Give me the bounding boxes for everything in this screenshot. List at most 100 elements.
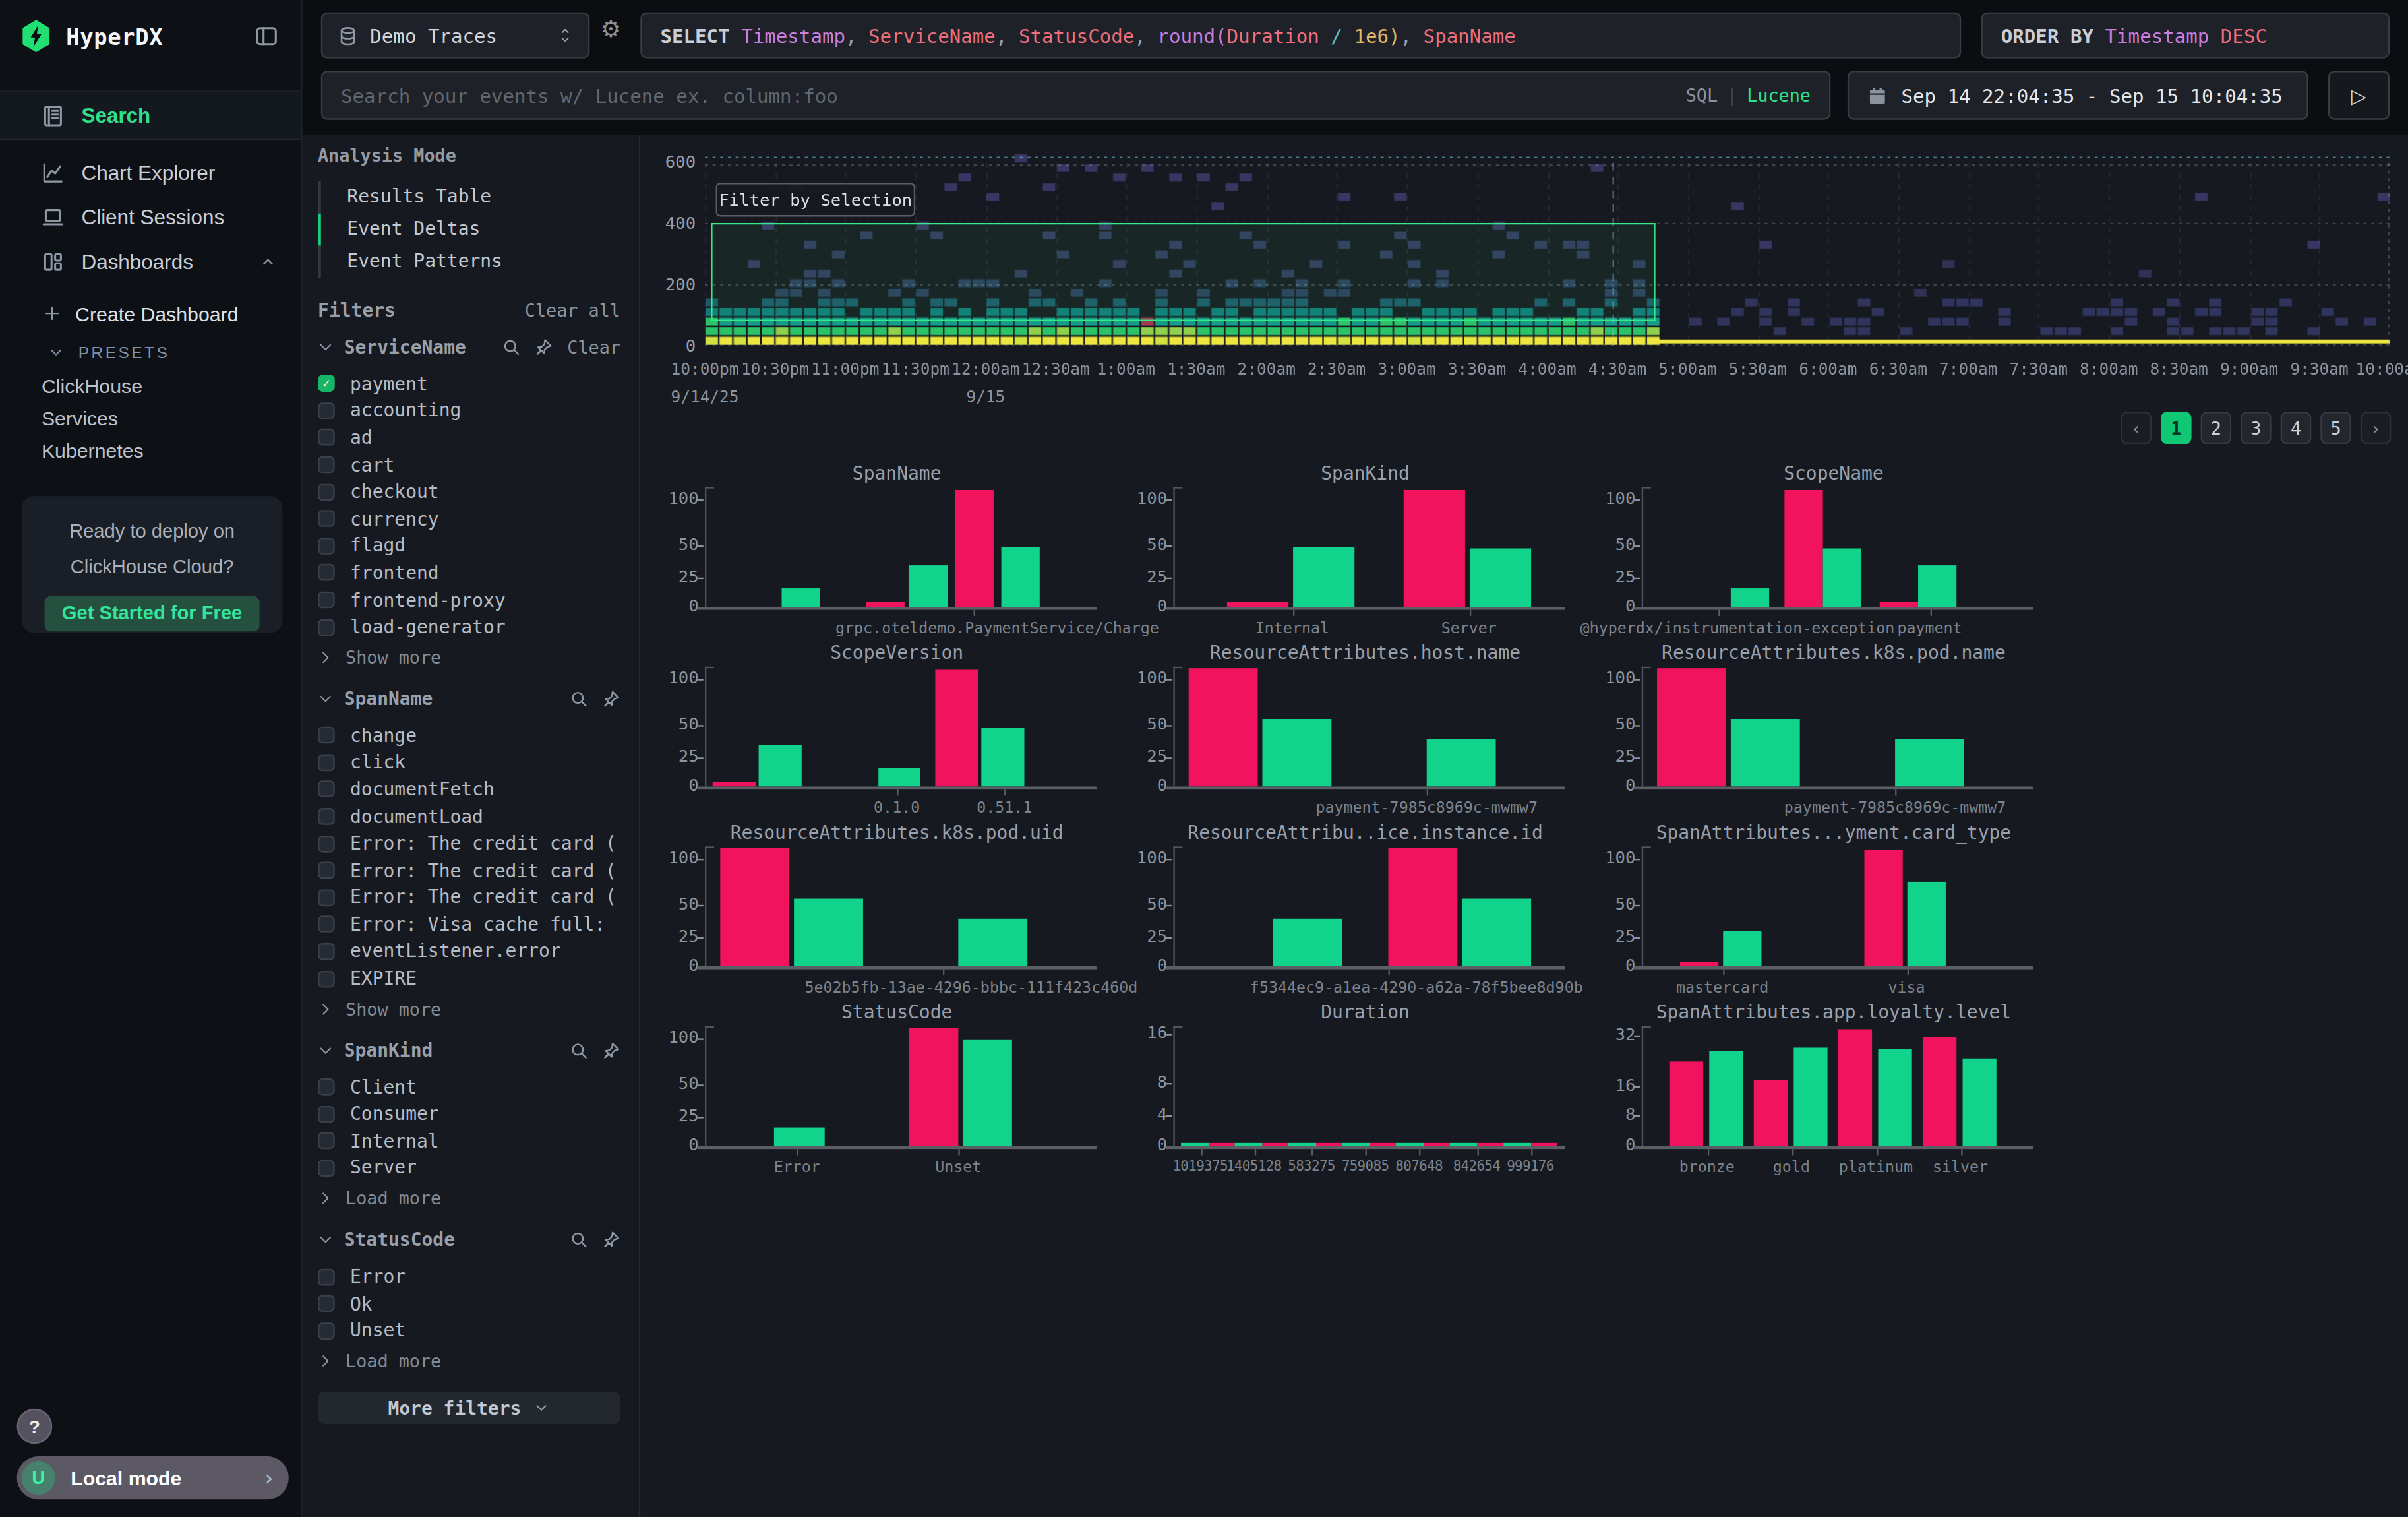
bar[interactable] — [1388, 848, 1457, 966]
checkbox[interactable] — [318, 1322, 335, 1340]
filter-option-click[interactable]: click — [318, 749, 620, 776]
bar[interactable] — [1895, 739, 1964, 787]
date-range-picker[interactable]: Sep 14 22:04:35 - Sep 15 10:04:35 — [1848, 71, 2308, 120]
search-icon[interactable] — [570, 1041, 588, 1060]
sidebar-collapse-icon[interactable] — [253, 24, 280, 47]
sidebar-item-client-sessions[interactable]: Client Sessions — [0, 197, 301, 237]
filter-option-documentFetch[interactable]: documentFetch — [318, 776, 620, 803]
filter-option-Consumer[interactable]: Consumer — [318, 1101, 620, 1128]
filter-option-Unset[interactable]: Unset — [318, 1317, 620, 1344]
bar[interactable] — [713, 782, 755, 786]
user-menu[interactable]: U Local mode › — [17, 1456, 289, 1499]
filter-option-accounting[interactable]: accounting — [318, 397, 620, 424]
page-prev-button[interactable]: ‹ — [2121, 412, 2152, 444]
run-query-button[interactable]: ▷ — [2328, 71, 2390, 120]
pin-icon[interactable] — [602, 690, 620, 708]
lucene-mode-toggle[interactable]: Lucene — [1747, 84, 1811, 106]
bar[interactable] — [1753, 1080, 1788, 1146]
filter-option-Ok[interactable]: Ok — [318, 1290, 620, 1317]
bar[interactable] — [1292, 547, 1354, 607]
presets-toggle[interactable]: PRESETS — [0, 336, 301, 367]
clear-all-button[interactable]: Clear all — [525, 299, 620, 321]
bar[interactable] — [962, 1041, 1012, 1146]
bar[interactable] — [1822, 548, 1860, 607]
bar[interactable] — [782, 589, 820, 607]
bar[interactable] — [1261, 718, 1331, 787]
checkbox[interactable] — [318, 565, 335, 582]
filter-option-checkout[interactable]: checkout — [318, 478, 620, 505]
sidebar-item-dashboards[interactable]: Dashboards — [0, 241, 301, 282]
bar[interactable] — [1865, 850, 1903, 966]
chevron-down-icon[interactable] — [318, 691, 333, 706]
filter-option-eventListener.error[interactable]: eventListener.error — [318, 938, 620, 965]
bar[interactable] — [1273, 918, 1342, 966]
filter-option-documentLoad[interactable]: documentLoad — [318, 803, 620, 830]
logo[interactable]: HyperDX — [20, 18, 163, 54]
bar[interactable] — [955, 491, 993, 607]
more-filters-button[interactable]: More filters — [318, 1392, 620, 1424]
checkbox[interactable] — [318, 511, 335, 528]
checkbox[interactable] — [318, 1078, 335, 1096]
get-started-button[interactable]: Get Started for Free — [45, 596, 260, 632]
selection-box[interactable] — [711, 223, 1655, 321]
checkbox[interactable] — [318, 943, 335, 960]
checkbox[interactable] — [318, 862, 335, 879]
filter-option-Error[interactable]: Error — [318, 1263, 620, 1290]
bar[interactable] — [1722, 931, 1761, 966]
bar[interactable] — [1962, 1059, 1997, 1146]
bar[interactable] — [1793, 1048, 1828, 1146]
sql-select-editor[interactable]: SELECT Timestamp, ServiceName, StatusCod… — [640, 13, 1961, 59]
filter-option-frontend-proxy[interactable]: frontend-proxy — [318, 586, 620, 613]
analysis-mode-event-deltas[interactable]: Event Deltas — [318, 214, 620, 246]
checkbox[interactable] — [318, 538, 335, 555]
checkbox[interactable] — [318, 970, 335, 987]
checkbox[interactable] — [318, 1295, 335, 1313]
analysis-mode-results-table[interactable]: Results Table — [318, 181, 620, 214]
bar[interactable] — [1838, 1030, 1872, 1146]
bar[interactable] — [958, 918, 1027, 966]
filter-option-Error-The-credit-card-[interactable]: Error: The credit card (… — [318, 830, 620, 857]
bar[interactable] — [1922, 1037, 1956, 1146]
gear-icon[interactable]: ⚙ — [601, 18, 621, 42]
checkbox[interactable] — [318, 727, 335, 744]
sidebar-item-kubernetes[interactable]: Kubernetes — [0, 435, 301, 466]
bar[interactable] — [1427, 739, 1496, 787]
bar[interactable] — [1461, 898, 1530, 966]
page-button-3[interactable]: 3 — [2241, 412, 2272, 444]
chevron-down-icon[interactable] — [318, 1043, 333, 1058]
pin-icon[interactable] — [602, 1231, 620, 1249]
filter-option-currency[interactable]: currency — [318, 505, 620, 532]
filter-option-frontend[interactable]: frontend — [318, 559, 620, 586]
bar[interactable] — [1878, 1049, 1912, 1146]
page-button-4[interactable]: 4 — [2281, 412, 2312, 444]
filter-option-Error-The-credit-card-[interactable]: Error: The credit card (… — [318, 884, 620, 911]
checkbox[interactable] — [318, 619, 335, 636]
filter-option-EXPIRE[interactable]: EXPIRE — [318, 965, 620, 992]
order-by-editor[interactable]: ORDER BY Timestamp DESC — [1981, 13, 2390, 59]
bar[interactable] — [935, 670, 977, 786]
filter-option-flagd[interactable]: flagd — [318, 532, 620, 559]
show-more-button[interactable]: Show more — [318, 995, 620, 1023]
chevron-down-icon[interactable] — [318, 340, 333, 355]
show-more-button[interactable]: Show more — [318, 644, 620, 671]
load-more-button[interactable]: Load more — [318, 1347, 620, 1375]
bar[interactable] — [1669, 1061, 1703, 1146]
help-button[interactable]: ? — [17, 1409, 53, 1444]
bar[interactable] — [909, 565, 947, 607]
checkbox[interactable] — [318, 916, 335, 933]
checkbox[interactable] — [318, 592, 335, 609]
bar[interactable] — [1000, 547, 1038, 607]
bar[interactable] — [1730, 589, 1768, 607]
checkbox[interactable] — [318, 889, 335, 906]
filter-option-Server[interactable]: Server — [318, 1155, 620, 1182]
sidebar-item-chart-explorer[interactable]: Chart Explorer — [0, 152, 301, 193]
filter-option-cart[interactable]: cart — [318, 451, 620, 478]
source-select[interactable]: Demo Traces — [321, 13, 590, 59]
filter-option-load-generator[interactable]: load-generator — [318, 613, 620, 640]
bar[interactable] — [1680, 962, 1718, 966]
load-more-button[interactable]: Load more — [318, 1185, 620, 1212]
search-icon[interactable] — [570, 1231, 588, 1249]
sql-mode-toggle[interactable]: SQL — [1686, 84, 1718, 106]
analysis-mode-event-patterns[interactable]: Event Patterns — [318, 246, 620, 278]
checkbox[interactable]: ✓ — [318, 375, 335, 392]
